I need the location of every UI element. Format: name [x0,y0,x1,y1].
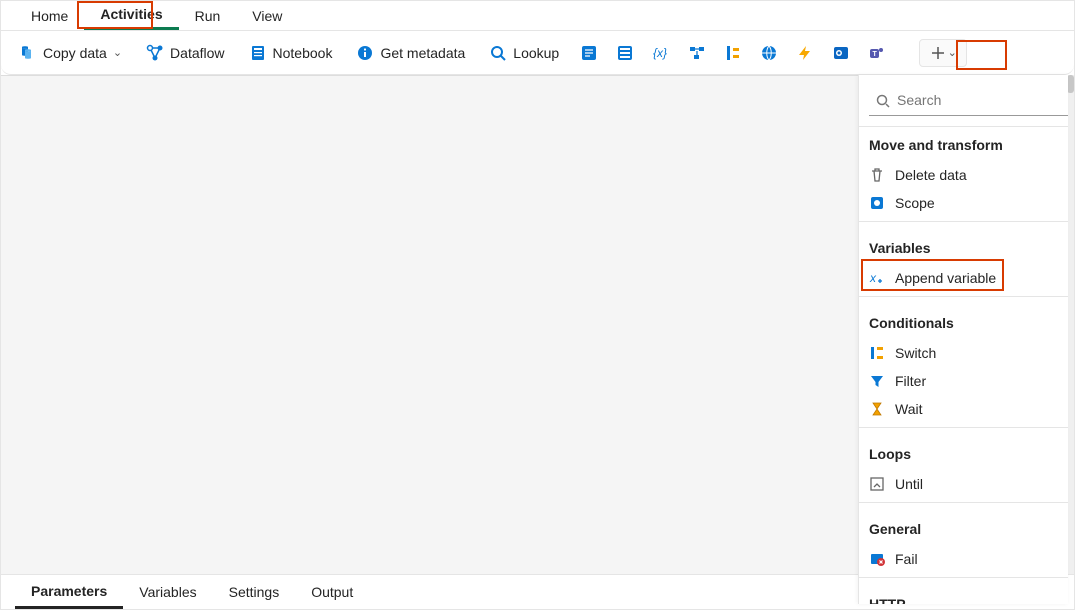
get-metadata-label: Get metadata [380,45,465,61]
search-icon [489,44,507,62]
tab-view[interactable]: View [236,1,298,30]
activities-toolbar: Copy data ⌄ Dataflow Notebook Get metada… [1,31,1074,75]
pipeline-icon[interactable] [683,39,711,67]
until-icon [869,476,885,492]
section-general: General [859,507,1068,545]
menu-item-label: Append variable [895,270,996,286]
main-ribbon-tabs: Home Activities Run View [1,1,1074,31]
azure-function-icon[interactable] [791,39,819,67]
tab-output[interactable]: Output [295,575,369,609]
section-move-and-transform: Move and transform [859,127,1068,161]
copy-data-icon [19,44,37,62]
dataflow-button[interactable]: Dataflow [138,40,232,66]
menu-scope[interactable]: Scope [859,189,1068,217]
more-activities-button[interactable]: ⌄ [919,39,967,67]
stored-procedure-icon[interactable] [611,39,639,67]
tab-parameters[interactable]: Parameters [15,575,123,609]
panel-scrollbar[interactable] [1067,75,1074,605]
menu-delete-data[interactable]: Delete data [859,161,1068,189]
teams-icon[interactable]: T [863,39,891,67]
dataflow-label: Dataflow [170,45,224,61]
menu-item-label: Scope [895,195,935,211]
lookup-label: Lookup [513,45,559,61]
keyvault-icon[interactable] [719,39,747,67]
svg-text:{x}: {x} [653,46,667,60]
tab-variables[interactable]: Variables [123,575,212,609]
plus-icon [930,45,946,61]
script-icon[interactable] [575,39,603,67]
svg-text:T: T [873,51,878,58]
svg-text:x: x [869,271,877,285]
hourglass-icon [869,401,885,417]
section-http: HTTP [859,582,1068,604]
section-conditionals: Conditionals [859,301,1068,339]
get-metadata-button[interactable]: Get metadata [348,40,473,66]
menu-item-label: Delete data [895,167,967,183]
menu-until[interactable]: Until [859,470,1068,498]
scope-icon [869,195,885,211]
outlook-icon[interactable] [827,39,855,67]
menu-filter[interactable]: Filter [859,367,1068,395]
copy-data-button[interactable]: Copy data ⌄ [11,40,130,66]
menu-item-label: Switch [895,345,936,361]
append-variable-icon: x [869,270,885,286]
info-icon [356,44,374,62]
filter-icon [869,373,885,389]
menu-switch[interactable]: Switch [859,339,1068,367]
search-input[interactable] [869,86,1068,116]
tab-activities[interactable]: Activities [84,1,178,30]
tab-run[interactable]: Run [179,1,237,30]
trash-icon [869,167,885,183]
menu-wait[interactable]: Wait [859,395,1068,423]
chevron-down-icon: ⌄ [113,46,122,59]
tab-home[interactable]: Home [15,1,84,30]
menu-item-label: Until [895,476,923,492]
chevron-down-icon: ⌄ [948,46,957,59]
lookup-button[interactable]: Lookup [481,40,567,66]
switch-icon [869,345,885,361]
menu-append-variable[interactable]: x Append variable [859,264,1068,292]
copy-data-label: Copy data [43,45,107,61]
notebook-button[interactable]: Notebook [241,40,341,66]
menu-item-label: Filter [895,373,926,389]
fail-icon [869,551,885,567]
expression-icon[interactable]: {x} [647,39,675,67]
search-icon [875,93,891,109]
activities-dropdown-panel: Move and transform Delete data Scope Var… [858,75,1068,604]
section-variables: Variables [859,226,1068,264]
web-icon[interactable] [755,39,783,67]
menu-fail[interactable]: Fail [859,545,1068,573]
menu-item-label: Fail [895,551,918,567]
notebook-label: Notebook [273,45,333,61]
menu-item-label: Wait [895,401,922,417]
notebook-icon [249,44,267,62]
section-loops: Loops [859,432,1068,470]
dataflow-icon [146,44,164,62]
tab-settings[interactable]: Settings [213,575,296,609]
